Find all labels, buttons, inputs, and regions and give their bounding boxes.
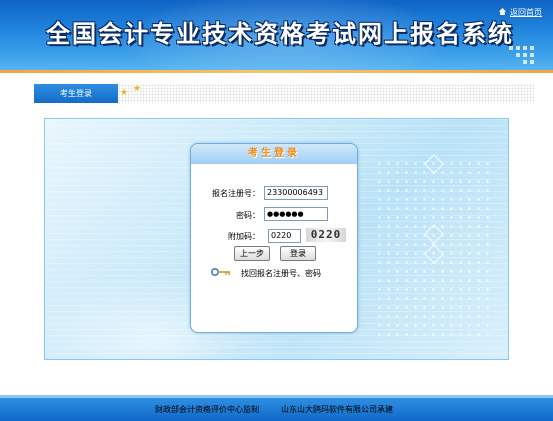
footer-supervisor-text: 财政部会计资格评价中心监制	[155, 405, 259, 414]
login-box-title: 考生登录	[191, 144, 357, 164]
tab-student-login[interactable]: 考生登录	[34, 84, 118, 103]
home-link[interactable]: 返回首页	[510, 7, 542, 18]
captcha-input[interactable]: 0220	[268, 229, 301, 243]
captcha-label: 附加码：	[228, 232, 260, 241]
star-icon: ★	[133, 84, 142, 94]
star-icon: ★	[120, 88, 129, 98]
registration-number-input[interactable]: 23300006493	[264, 186, 328, 200]
footer-developer-text: 山东山大鸥玛软件有限公司承建	[281, 405, 393, 414]
decorative-squares	[509, 46, 537, 66]
page-title: 全国会计专业技术资格考试网上报名系统	[46, 19, 514, 48]
password-input[interactable]: ●●●●●●	[264, 207, 328, 221]
registration-number-label: 报名注册号：	[212, 189, 260, 198]
home-icon[interactable]	[499, 8, 506, 15]
header-banner: 全国会计专业技术资格考试网上报名系统 返回首页	[0, 0, 553, 70]
login-button[interactable]: 登录	[280, 246, 316, 261]
key-icon	[211, 268, 230, 276]
header-divider	[0, 70, 553, 73]
footer: 财政部会计资格评价中心监制 山东山大鸥玛软件有限公司承建	[0, 398, 553, 421]
captcha-image[interactable]: 0220	[306, 228, 346, 242]
previous-step-button[interactable]: 上一步	[234, 246, 270, 261]
retrieve-credentials-link[interactable]: 找回报名注册号、密码	[241, 268, 321, 279]
password-label: 密码：	[236, 211, 260, 220]
